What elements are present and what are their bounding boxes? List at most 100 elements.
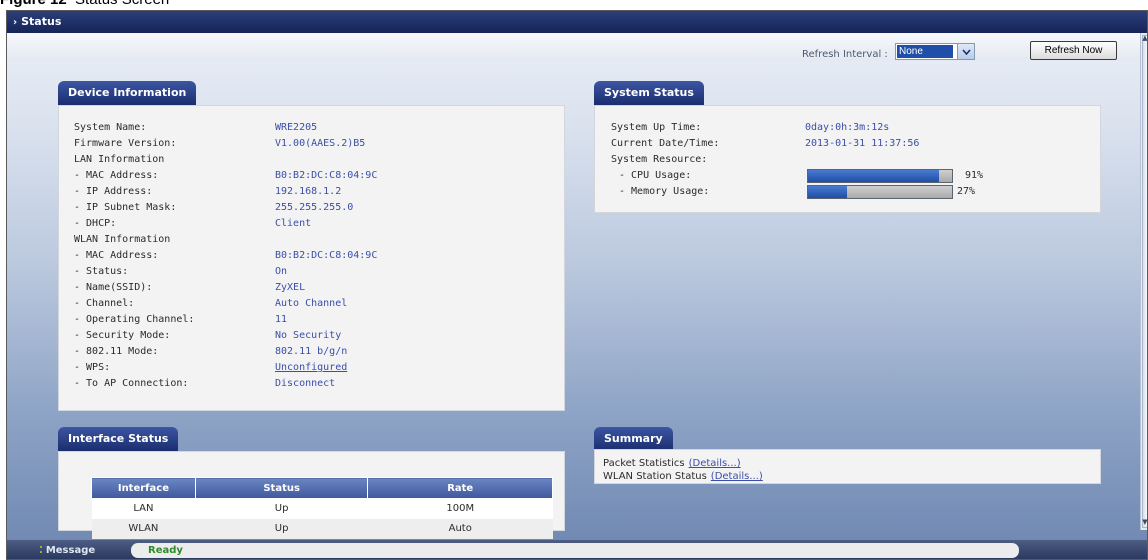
refresh-now-button[interactable]: Refresh Now <box>1030 41 1117 60</box>
device-information-tab: Device Information <box>58 81 197 105</box>
figure-label: Figure 12 <box>0 0 67 8</box>
device-info-label: - To AP Connection: <box>74 378 189 389</box>
device-info-row: - To AP Connection: Disconnect <box>74 376 554 392</box>
system-status-panel: System Up Time: 0day:0h:3m:12s Current D… <box>594 105 1101 213</box>
refresh-interval-label: Refresh Interval : <box>802 49 888 60</box>
device-info-label: LAN Information <box>74 154 165 165</box>
device-info-value: WRE2205 <box>275 122 318 133</box>
chevron-right-icon: › <box>13 17 18 28</box>
device-info-label: - MAC Address: <box>74 250 159 261</box>
device-info-value: 255.255.255.0 <box>275 202 354 213</box>
device-info-label: - Channel: <box>74 298 135 309</box>
interface-cell: WLAN <box>91 518 196 539</box>
status-cell: Up <box>195 498 368 519</box>
device-info-row: - Channel: Auto Channel <box>74 296 554 312</box>
device-info-row: - DHCP: Client <box>74 216 554 232</box>
device-info-row: - MAC Address: B0:B2:DC:C8:04:9C <box>74 248 554 264</box>
refresh-interval-select[interactable]: None <box>895 43 975 60</box>
cpu-usage-bar <box>807 169 953 183</box>
device-info-row: WLAN Information <box>74 232 554 248</box>
table-header-row: Interface Status Rate <box>91 477 553 499</box>
message-text: Ready <box>148 545 183 556</box>
scroll-down-icon[interactable]: ▼ <box>1141 517 1147 527</box>
up-time-value: 0day:0h:3m:12s <box>805 122 890 133</box>
device-info-value: Auto Channel <box>275 298 348 309</box>
device-info-value: No Security <box>275 330 342 341</box>
refresh-interval-value: None <box>897 45 953 58</box>
device-info-value: 11 <box>275 314 288 325</box>
memory-usage-bar <box>807 185 953 199</box>
rate-cell: 100M <box>367 498 553 519</box>
device-info-label: System Name: <box>74 122 147 133</box>
device-info-label: - DHCP: <box>74 218 117 229</box>
wlan-station-status-details-link[interactable]: (Details...) <box>711 471 763 482</box>
cpu-usage-fill <box>808 170 940 182</box>
table-row: LAN Up 100M <box>91 498 553 519</box>
device-info-row: Firmware Version: V1.00(AAES.2)B5 <box>74 136 554 152</box>
device-info-row: - Operating Channel: 11 <box>74 312 554 328</box>
message-grip-icon: ⁚ <box>39 545 43 556</box>
figure-caption: Figure 12 Status Screen <box>0 0 169 9</box>
wps-unconfigured-link[interactable]: Unconfigured <box>275 360 347 376</box>
message-box: Ready <box>131 543 1019 558</box>
device-info-row: - Name(SSID): ZyXEL <box>74 280 554 296</box>
device-info-row: - Security Mode: No Security <box>74 328 554 344</box>
wlan-station-status-label: WLAN Station Status <box>603 471 707 482</box>
device-info-value: B0:B2:DC:C8:04:9C <box>275 250 378 261</box>
message-label-text: Message <box>45 545 96 556</box>
window-titlebar: › Status <box>7 11 1147 33</box>
device-info-label: - Status: <box>74 266 129 277</box>
table-row: WLAN Up Auto <box>91 518 553 539</box>
system-status-tab: System Status <box>594 81 704 105</box>
packet-statistics-details-link[interactable]: (Details...) <box>689 458 741 469</box>
device-info-row: System Name: WRE2205 <box>74 120 554 136</box>
device-info-value: B0:B2:DC:C8:04:9C <box>275 170 378 181</box>
chevron-down-icon[interactable] <box>957 44 974 59</box>
vertical-scrollbar[interactable]: ▲ ▼ <box>1140 33 1147 530</box>
device-info-label: - WPS: <box>74 362 111 373</box>
device-info-row: - Status: On <box>74 264 554 280</box>
interface-cell: LAN <box>91 498 196 519</box>
device-info-row: - MAC Address: B0:B2:DC:C8:04:9C <box>74 168 554 184</box>
up-time-label: System Up Time: <box>611 122 702 133</box>
device-info-label: - Security Mode: <box>74 330 171 341</box>
device-info-label: - MAC Address: <box>74 170 159 181</box>
memory-usage-label: - Memory Usage: <box>619 186 710 197</box>
device-info-value: Disconnect <box>275 378 336 389</box>
cpu-usage-percent: 91% <box>965 170 984 181</box>
status-bar: ⁚ Message Ready <box>7 540 1147 559</box>
summary-panel: Packet Statistics (Details...) WLAN Stati… <box>594 449 1101 484</box>
device-info-row: - IP Address: 192.168.1.2 <box>74 184 554 200</box>
device-info-value: 192.168.1.2 <box>275 186 342 197</box>
datetime-label: Current Date/Time: <box>611 138 720 149</box>
scrollbar-thumb[interactable] <box>1142 35 1147 528</box>
column-header-rate: Rate <box>367 477 553 499</box>
device-info-value: On <box>275 266 288 277</box>
scroll-up-icon[interactable]: ▲ <box>1141 33 1147 43</box>
device-info-label: - Operating Channel: <box>74 314 195 325</box>
interface-status-table: Interface Status Rate LAN Up 100M WLAN U… <box>91 477 553 539</box>
device-info-row: - WPS: Unconfigured <box>74 360 554 376</box>
figure-title: Status Screen <box>75 0 169 8</box>
rate-cell: Auto <box>367 518 553 539</box>
datetime-value: 2013-01-31 11:37:56 <box>805 138 920 149</box>
status-window: › Status Refresh Interval : None Refresh … <box>6 10 1148 560</box>
device-info-label: WLAN Information <box>74 234 171 245</box>
system-resource-label: System Resource: <box>611 154 708 165</box>
window-title: Status <box>21 15 62 28</box>
interface-status-tab: Interface Status <box>58 427 179 451</box>
cpu-usage-label: - CPU Usage: <box>619 170 692 181</box>
memory-usage-fill <box>808 186 847 198</box>
device-info-value: 802.11 b/g/n <box>275 346 348 357</box>
column-header-interface: Interface <box>91 477 196 499</box>
wlan-station-status-row: WLAN Station Status (Details...) <box>603 471 763 482</box>
device-info-label: Firmware Version: <box>74 138 177 149</box>
device-info-row: LAN Information <box>74 152 554 168</box>
device-info-label: - 802.11 Mode: <box>74 346 159 357</box>
packet-statistics-row: Packet Statistics (Details...) <box>603 458 741 469</box>
device-info-label: - Name(SSID): <box>74 282 153 293</box>
device-info-label: - IP Address: <box>74 186 153 197</box>
memory-usage-percent: 27% <box>957 186 976 197</box>
device-info-label: - IP Subnet Mask: <box>74 202 177 213</box>
device-information-panel: System Name: WRE2205 Firmware Version: V1.0… <box>58 105 565 411</box>
